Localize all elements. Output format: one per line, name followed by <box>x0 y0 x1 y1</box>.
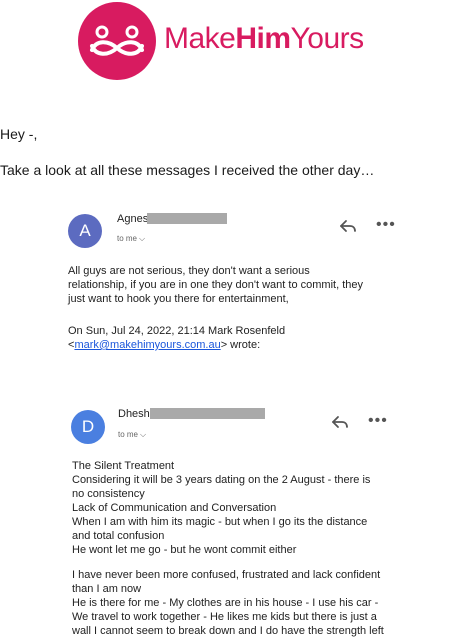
to-me-label: to me <box>118 430 139 439</box>
sender-name: Agnes <box>117 213 149 225</box>
body-line: relationship, if you are in one they don… <box>68 279 363 291</box>
more-icon[interactable]: ••• <box>368 413 388 429</box>
body-line: The Silent Treatment <box>72 460 175 472</box>
body-line: wall I cannot seem to break down and I d… <box>72 625 384 637</box>
brand-name-light: Make <box>164 22 236 55</box>
body-line: and total confusion <box>72 530 165 542</box>
redacted-email <box>147 213 227 224</box>
body-line: Lack of Communication and Conversation <box>72 502 277 514</box>
redacted-email <box>150 408 265 419</box>
brand-name: MakeHimYours <box>164 22 364 56</box>
chevron-down-icon: ⌵ <box>140 430 147 439</box>
quote-header: On Sun, Jul 24, 2022, 21:14 Mark Rosenfe… <box>68 324 285 352</box>
brand-logo-icon <box>78 2 156 80</box>
recipient-toggle[interactable]: to me ⌵ <box>117 234 145 244</box>
brand-name-end: Yours <box>290 22 365 55</box>
email-agnes: A Agnes to me ⌵ ••• All guys are not seri… <box>0 206 474 356</box>
body-line: When I am with him its magic - but when … <box>72 516 368 528</box>
recipient-toggle[interactable]: to me ⌵ <box>118 430 146 440</box>
body-line: than I am now <box>72 583 142 595</box>
to-me-label: to me <box>117 234 138 243</box>
more-icon[interactable]: ••• <box>376 217 396 233</box>
greeting: Hey -, <box>0 126 38 142</box>
brand-name-bold: Him <box>235 22 291 55</box>
body-line: All guys are not serious, they don't wan… <box>68 265 310 277</box>
body-line: He wont let me go - but he wont commit e… <box>72 544 297 556</box>
body-line: He is there for me - My clothes are in h… <box>72 597 379 609</box>
body-line: We travel to work together - He likes me… <box>72 611 377 623</box>
body-line: just want to hook you there for entertai… <box>68 293 289 305</box>
reply-icon[interactable] <box>330 414 350 430</box>
quote-line: On Sun, Jul 24, 2022, 21:14 Mark Rosenfe… <box>68 325 286 337</box>
body-line: I have never been more confused, frustra… <box>72 569 381 581</box>
chevron-down-icon: ⌵ <box>139 234 146 243</box>
sender-name: Dhesh <box>118 408 150 420</box>
email-dhesh: D Dhesh to me ⌵ ••• The Silent Treatment … <box>0 400 474 637</box>
reply-icon[interactable] <box>338 218 358 234</box>
quote-close: > wrote: <box>220 339 261 351</box>
avatar: A <box>68 214 102 248</box>
body-line: no consistency <box>72 488 145 500</box>
email-body: All guys are not serious, they don't wan… <box>68 264 363 306</box>
quote-line-2: <mark@makehimyours.com.au> wrote: <box>68 338 285 352</box>
intro-text: Take a look at all these messages I rece… <box>0 162 375 178</box>
header: MakeHimYours <box>0 0 474 90</box>
body-line: Considering it will be 3 years dating on… <box>72 474 371 486</box>
avatar: D <box>71 410 105 444</box>
email-body-2: I have never been more confused, frustra… <box>72 568 384 638</box>
quote-email-link[interactable]: mark@makehimyours.com.au <box>74 339 220 351</box>
email-body: The Silent Treatment Considering it will… <box>72 459 370 557</box>
